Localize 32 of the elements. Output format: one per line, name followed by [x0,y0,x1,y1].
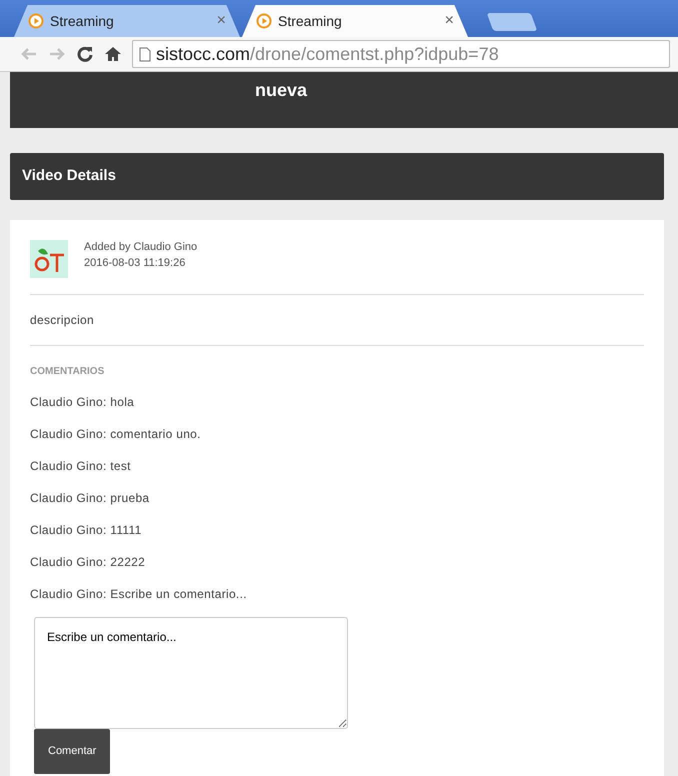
tab-label: Streaming [50,12,115,31]
submit-button[interactable]: Comentar [34,729,110,774]
section-title: Video Details [22,166,116,186]
comment-text: Claudio Gino: 11111 [30,522,143,539]
date-text: 2016-08-03 11:19:26 [84,256,186,271]
author-text: Added by Claudio Gino [84,240,198,255]
avatar-icon [30,240,68,278]
page-icon [139,46,151,62]
play-icon [256,13,272,29]
comment-text: Claudio Gino: hola [30,394,136,411]
comment-text: Claudio Gino: 22222 [30,554,146,571]
comment-text: Claudio Gino: Escribe un comentario... [30,586,248,603]
comment-field[interactable]: Escribe un comentario... [34,617,348,729]
close-button[interactable]: × [444,9,454,33]
page-title: nueva [255,80,308,100]
tab-label: Streaming [278,12,343,31]
url-domain: sistocc.com [156,44,250,64]
comment-text: Claudio Gino: prueba [30,490,150,507]
comment-text: Claudio Gino: test [30,458,132,475]
reload-icon[interactable] [76,45,94,63]
play-icon [28,13,44,29]
browser-tab[interactable]: Streaming × [14,5,240,37]
comment-text: Claudio Gino: comentario uno. [30,426,202,443]
forward-icon[interactable] [48,46,66,62]
home-icon[interactable] [104,45,122,63]
comments-heading: COMENTARIOS [30,365,106,379]
new-tab-button[interactable] [486,13,538,31]
browser-tab[interactable]: Streaming × [242,5,468,37]
address-bar[interactable]: sistocc.com/drone/comentst.php?idpub=78 [132,40,670,68]
url-path: /drone/comentst.php?idpub=78 [250,44,499,64]
description-text: descripcion [30,312,95,329]
back-icon[interactable] [20,46,38,62]
